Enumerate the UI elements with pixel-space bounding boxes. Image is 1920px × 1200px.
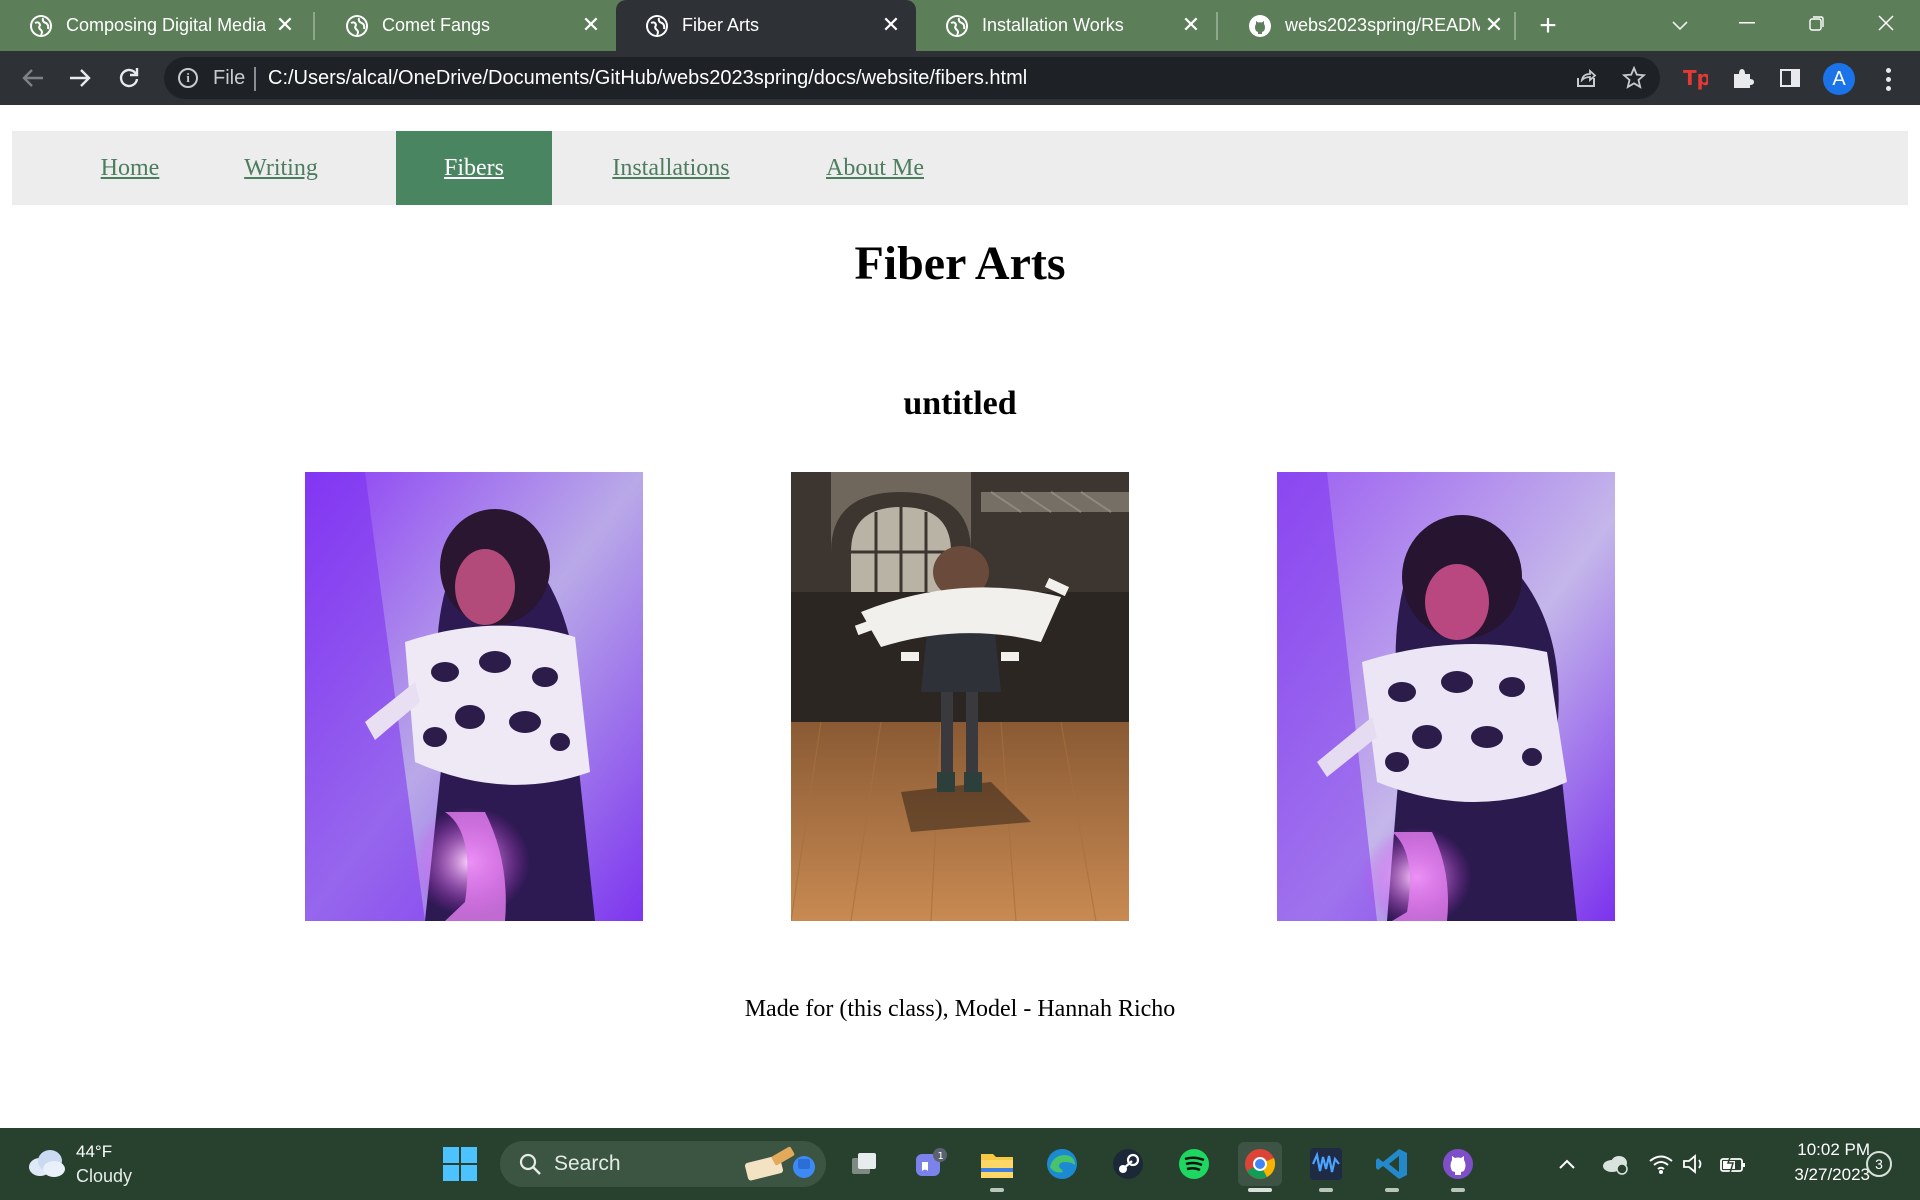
tab-separator [1216, 12, 1218, 40]
browser-menu-icon[interactable] [1876, 63, 1900, 95]
edge-icon[interactable] [1040, 1142, 1084, 1186]
onedrive-sync-icon[interactable] [1600, 1150, 1630, 1178]
notification-count-badge[interactable]: 3 [1866, 1151, 1892, 1177]
nav-link-home[interactable]: Home [82, 131, 178, 205]
globe-icon [30, 14, 52, 37]
back-arrow-icon[interactable] [16, 61, 50, 95]
running-indicator [1319, 1188, 1333, 1192]
svg-text:1: 1 [938, 1151, 944, 1162]
github-icon [1249, 14, 1271, 37]
nav-link-installations[interactable]: Installations [586, 131, 756, 205]
site-info-icon[interactable]: i [178, 68, 198, 88]
new-tab-button[interactable]: + [1532, 9, 1564, 42]
side-panel-icon[interactable] [1774, 62, 1806, 94]
share-icon[interactable] [1572, 64, 1600, 92]
search-highlight-illustration-icon [742, 1145, 820, 1188]
chrome-icon[interactable] [1238, 1142, 1282, 1186]
weather-temperature[interactable]: 44°F [76, 1142, 112, 1162]
github-desktop-icon[interactable] [1436, 1142, 1480, 1186]
tab-separator [1514, 12, 1516, 40]
vscode-icon[interactable] [1370, 1142, 1414, 1186]
profile-avatar[interactable]: A [1823, 63, 1855, 95]
tab-title: Installation Works [982, 15, 1124, 35]
cloud-icon[interactable] [26, 1148, 66, 1178]
battery-charging-icon[interactable] [1718, 1150, 1748, 1178]
url-text[interactable]: C:/Users/alcal/OneDrive/Documents/GitHub… [268, 67, 1027, 90]
browser-toolbar: i File C:/Users/alcal/OneDrive/Documents… [0, 51, 1920, 105]
close-tab-icon[interactable]: ✕ [1178, 12, 1204, 38]
volume-icon[interactable] [1680, 1150, 1710, 1178]
close-tab-icon[interactable]: ✕ [272, 12, 298, 38]
tab-title: Fiber Arts [682, 15, 760, 35]
site-nav-bar: Home Writing Fibers Installations About … [12, 131, 1908, 205]
taskbar-clock-date[interactable]: 3/27/2023 [1760, 1165, 1870, 1185]
running-indicator [1451, 1188, 1465, 1192]
close-tab-icon[interactable]: ✕ [878, 12, 904, 38]
bookmark-star-icon[interactable] [1620, 64, 1648, 92]
start-icon[interactable] [438, 1142, 482, 1186]
tab-title: Composing Digital Media [66, 15, 266, 35]
close-window-icon[interactable] [1866, 6, 1906, 40]
browser-tab[interactable]: Composing Digital Media ✕ [0, 0, 310, 51]
close-tab-icon[interactable]: ✕ [1481, 12, 1507, 38]
fiber-art-photo-1 [305, 472, 643, 921]
taskbar-clock-time[interactable]: 10:02 PM [1760, 1140, 1870, 1160]
weather-condition[interactable]: Cloudy [76, 1166, 132, 1187]
teams-icon[interactable]: 1 [908, 1142, 952, 1186]
browser-tab[interactable]: Installation Works ✕ [916, 0, 1216, 51]
restore-icon[interactable] [1797, 6, 1837, 40]
fiber-art-photo-2 [791, 472, 1129, 921]
nav-link-about-me[interactable]: About Me [800, 131, 950, 205]
browser-tab-active[interactable]: Fiber Arts ✕ [616, 0, 916, 51]
tab-separator [313, 12, 315, 40]
forward-arrow-icon[interactable] [63, 61, 97, 95]
search-icon [518, 1152, 542, 1181]
section-title: untitled [903, 385, 1017, 422]
windows-taskbar [0, 1128, 1920, 1200]
address-divider [254, 67, 256, 91]
active-indicator [1248, 1188, 1272, 1192]
globe-icon [646, 14, 668, 37]
photo-caption: Made for (this class), Model - Hannah Ri… [744, 996, 1176, 1022]
globe-icon [946, 14, 968, 37]
running-indicator [1385, 1188, 1399, 1192]
nav-link-writing[interactable]: Writing [226, 131, 336, 205]
tab-title: Comet Fangs [382, 15, 491, 35]
address-bar[interactable]: i File C:/Users/alcal/OneDrive/Documents… [164, 57, 1660, 99]
show-hidden-icons-chevron-icon[interactable] [1552, 1150, 1582, 1178]
browser-tab[interactable]: webs2023spring/README ✕ [1219, 0, 1519, 51]
tab-search-chevron-icon[interactable] [1664, 10, 1696, 42]
steam-icon[interactable] [1106, 1142, 1150, 1186]
taskbar-search-label: Search [554, 1152, 621, 1175]
file-explorer-icon[interactable] [975, 1142, 1019, 1186]
reload-icon[interactable] [112, 61, 146, 95]
taskbar-search-box[interactable]: Search [500, 1141, 826, 1187]
scheme-label: File [213, 67, 246, 89]
extensions-puzzle-icon[interactable] [1727, 62, 1759, 94]
close-tab-icon[interactable]: ✕ [578, 12, 604, 38]
running-indicator [990, 1188, 1004, 1192]
waveform-app-icon[interactable] [1304, 1142, 1348, 1186]
fiber-art-photo-3 [1277, 472, 1615, 921]
wifi-icon[interactable] [1646, 1150, 1676, 1178]
minimize-icon[interactable] [1727, 6, 1767, 40]
task-view-icon[interactable] [842, 1142, 886, 1186]
browser-tab[interactable]: Comet Fangs ✕ [316, 0, 616, 51]
tab-title: webs2023spring/README [1285, 15, 1480, 35]
globe-icon [346, 14, 368, 37]
browser-tab-strip: Composing Digital Media ✕ Comet Fangs ✕ … [0, 0, 1920, 51]
spotify-icon[interactable] [1172, 1142, 1216, 1186]
svg-text:Tp: Tp [1683, 66, 1708, 90]
page-title: Fiber Arts [854, 237, 1066, 290]
nav-link-fibers[interactable]: Fibers [396, 131, 552, 205]
tp-extension-icon[interactable]: Tp [1679, 62, 1711, 94]
